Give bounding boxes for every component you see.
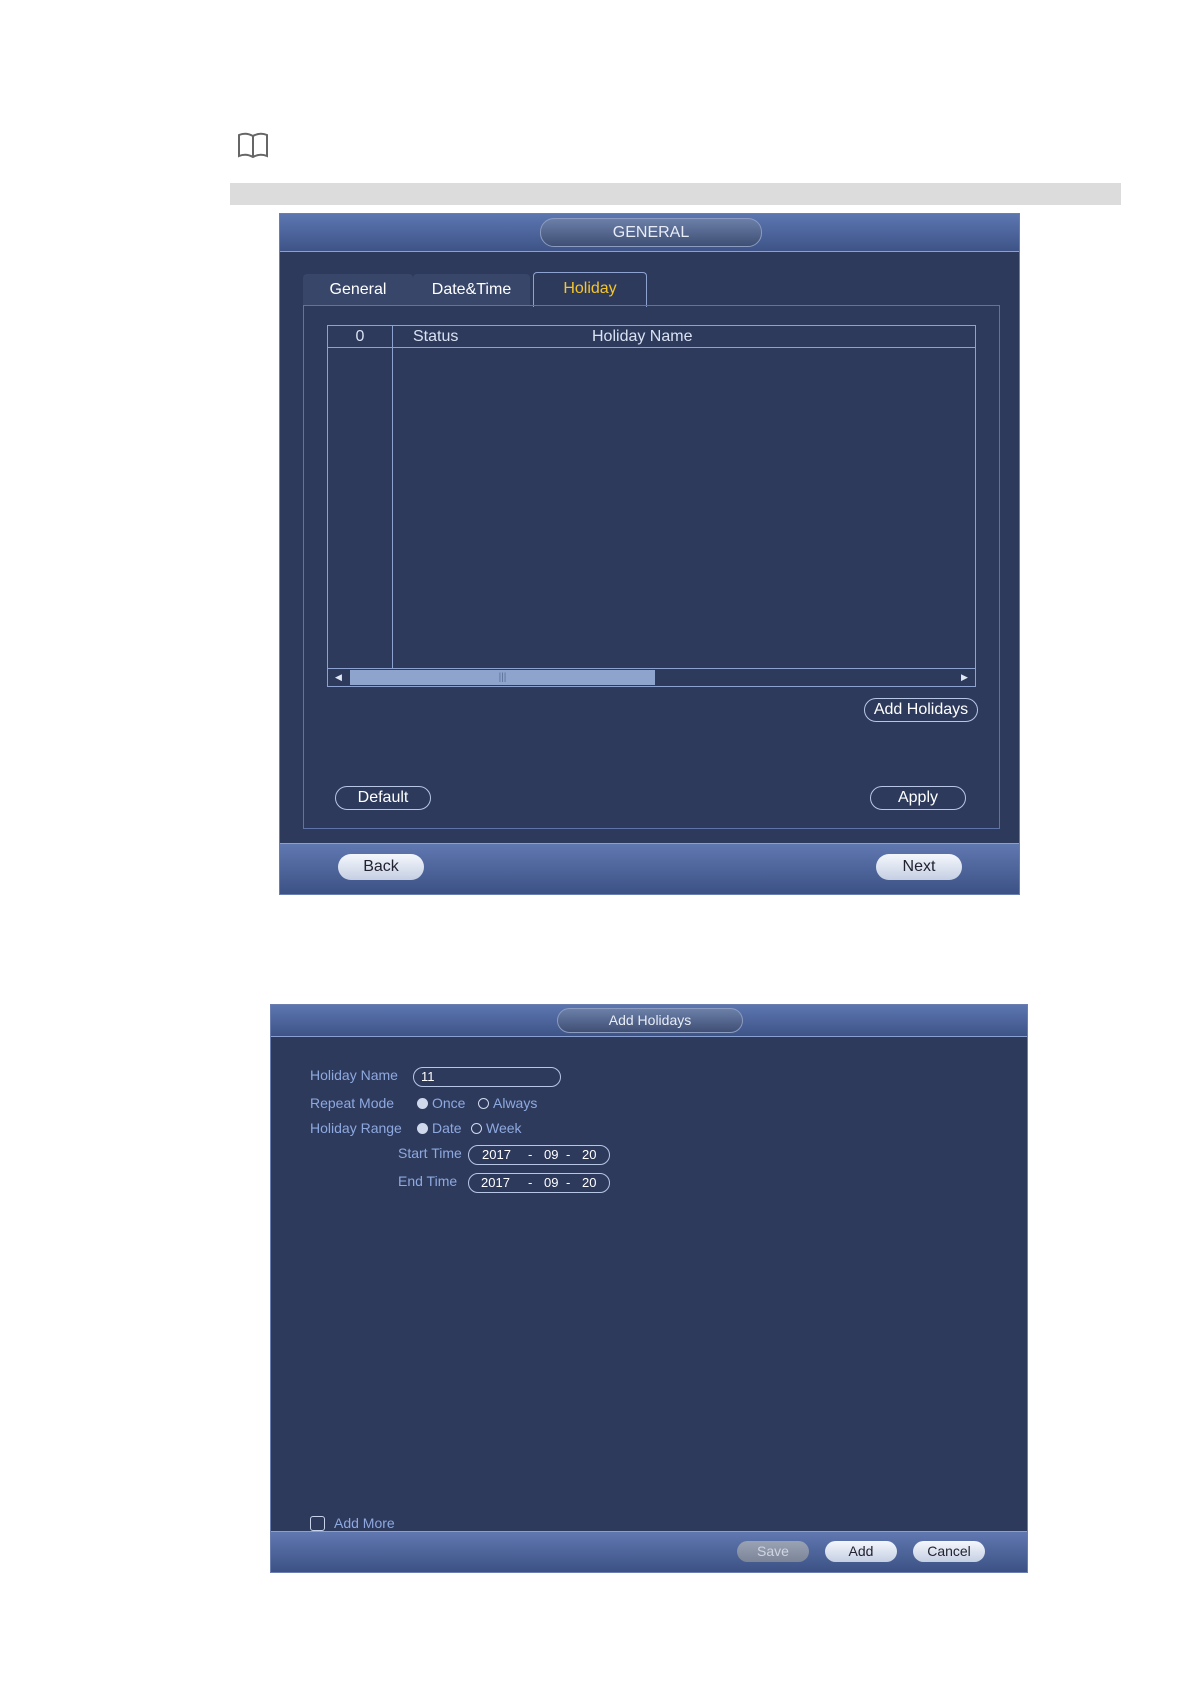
date-separator: - <box>566 1175 571 1190</box>
date-separator: - <box>566 1147 571 1162</box>
radio-always[interactable] <box>478 1098 489 1109</box>
date-separator: - <box>528 1147 533 1162</box>
scroll-thumb[interactable]: ||| <box>350 670 655 685</box>
window-title: GENERAL <box>540 218 762 247</box>
end-year[interactable]: 2017 <box>481 1174 510 1192</box>
note-book-icon <box>238 132 268 159</box>
horizontal-scrollbar[interactable]: ◀ ||| ▶ <box>328 668 975 686</box>
holiday-table: 0 Status Holiday Name ◀ ||| ▶ <box>327 325 976 687</box>
note-strip <box>230 183 1121 205</box>
header-divider <box>328 347 975 348</box>
add-holidays-window: Add Holidays Holiday Name 11 Repeat Mode… <box>270 1004 1028 1573</box>
radio-date[interactable] <box>417 1123 428 1134</box>
end-month[interactable]: 09 <box>544 1174 558 1192</box>
tab-general[interactable]: General <box>303 274 413 306</box>
add-holidays-button[interactable]: Add Holidays <box>864 698 978 722</box>
default-button[interactable]: Default <box>335 786 431 810</box>
back-button[interactable]: Back <box>338 854 424 880</box>
radio-once-label[interactable]: Once <box>432 1093 465 1113</box>
title-bar: GENERAL <box>280 214 1019 252</box>
add-more-label[interactable]: Add More <box>334 1513 395 1533</box>
next-button[interactable]: Next <box>876 854 962 880</box>
bottom-bar: Save Add Cancel <box>271 1531 1027 1572</box>
repeat-mode-label: Repeat Mode <box>310 1095 395 1111</box>
tab-date-time[interactable]: Date&Time <box>413 274 530 306</box>
column-divider <box>392 326 393 670</box>
apply-button[interactable]: Apply <box>870 786 966 810</box>
manual-page: GENERAL General Date&Time Holiday 0 Stat… <box>0 0 1191 1684</box>
window-title: Add Holidays <box>557 1008 743 1033</box>
bottom-bar: Back Next <box>280 843 1019 894</box>
scroll-right-icon[interactable]: ▶ <box>954 669 975 686</box>
holiday-name-input[interactable]: 11 <box>413 1067 561 1087</box>
cancel-button[interactable]: Cancel <box>913 1541 985 1562</box>
end-time-label: End Time <box>398 1173 458 1189</box>
title-bar: Add Holidays <box>271 1005 1027 1037</box>
column-holiday-name[interactable]: Holiday Name <box>592 326 692 348</box>
radio-week-label[interactable]: Week <box>486 1118 522 1138</box>
scroll-left-icon[interactable]: ◀ <box>328 669 349 686</box>
holiday-range-label: Holiday Range <box>310 1120 402 1136</box>
date-separator: - <box>528 1175 533 1190</box>
radio-always-label[interactable]: Always <box>493 1093 537 1113</box>
column-status[interactable]: Status <box>413 326 458 348</box>
end-day[interactable]: 20 <box>582 1174 596 1192</box>
radio-once[interactable] <box>417 1098 428 1109</box>
start-year[interactable]: 2017 <box>482 1146 511 1164</box>
start-month[interactable]: 09 <box>544 1146 558 1164</box>
start-day[interactable]: 20 <box>582 1146 596 1164</box>
general-window: GENERAL General Date&Time Holiday 0 Stat… <box>279 213 1020 895</box>
radio-date-label[interactable]: Date <box>432 1118 462 1138</box>
add-more-checkbox[interactable] <box>310 1516 325 1531</box>
save-button[interactable]: Save <box>737 1541 809 1562</box>
tab-holiday[interactable]: Holiday <box>533 272 647 307</box>
radio-week[interactable] <box>471 1123 482 1134</box>
add-button[interactable]: Add <box>825 1541 897 1562</box>
column-count: 0 <box>355 328 365 345</box>
start-time-label: Start Time <box>398 1145 462 1161</box>
holiday-name-label: Holiday Name <box>310 1067 398 1083</box>
end-time-input[interactable]: 2017 - 09 - 20 <box>468 1173 610 1193</box>
start-time-input[interactable]: 2017 - 09 - 20 <box>468 1145 610 1165</box>
